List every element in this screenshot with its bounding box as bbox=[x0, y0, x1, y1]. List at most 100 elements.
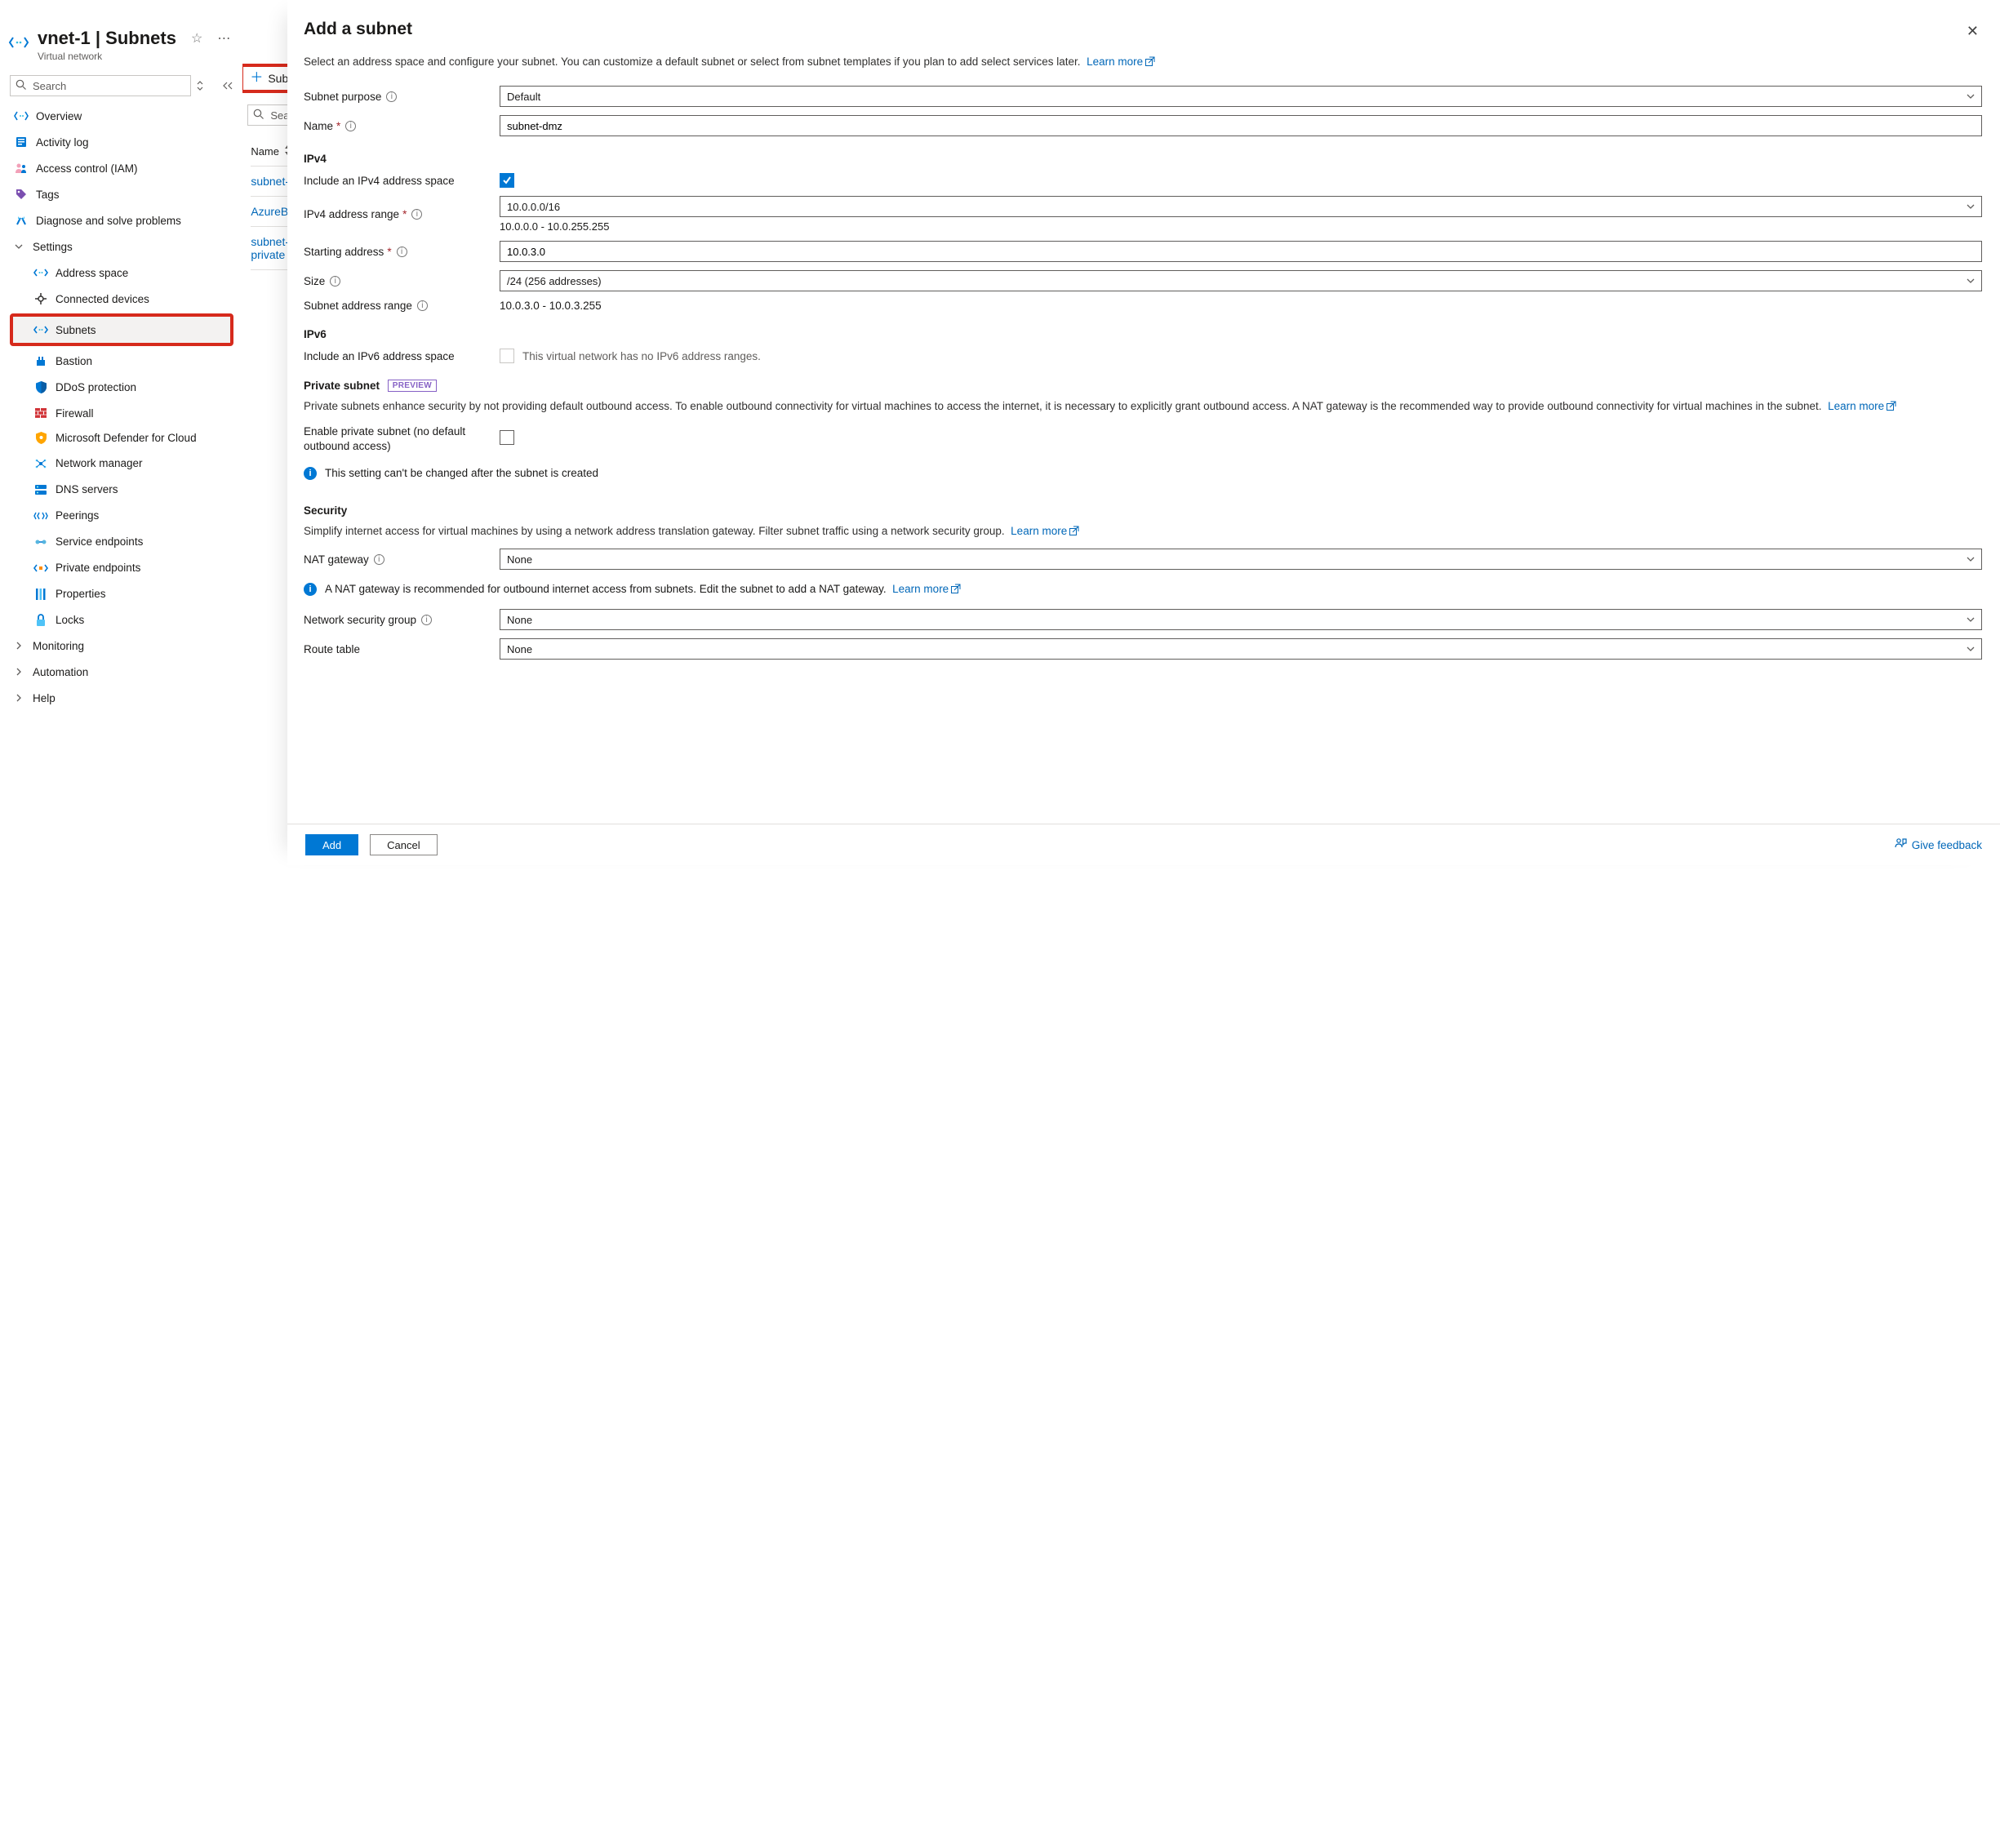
chevron-down-icon bbox=[1967, 201, 1975, 213]
nav-activity-log[interactable]: Activity log bbox=[10, 129, 233, 155]
info-icon[interactable]: i bbox=[386, 91, 397, 102]
nav-label: DDoS protection bbox=[56, 381, 136, 393]
chevron-down-icon bbox=[1967, 643, 1975, 655]
info-icon[interactable]: i bbox=[421, 615, 432, 625]
firewall-icon bbox=[34, 406, 47, 420]
add-subnet-panel: Add a subnet ✕ Select an address space a… bbox=[287, 0, 2000, 865]
properties-icon bbox=[34, 588, 47, 601]
label-ipv4-range: IPv4 address range* i bbox=[304, 208, 500, 220]
external-link-icon bbox=[1887, 399, 1896, 415]
select-subnet-purpose[interactable]: Default bbox=[500, 86, 1982, 107]
page-subtitle: Virtual network bbox=[38, 51, 233, 62]
nav-label: Address space bbox=[56, 267, 128, 279]
panel-title: Add a subnet bbox=[304, 20, 412, 39]
chevron-down-icon bbox=[1967, 553, 1975, 566]
label-route-table: Route table bbox=[304, 643, 500, 655]
label-subnet-addr-range: Subnet address range i bbox=[304, 300, 500, 312]
section-security: Security bbox=[304, 504, 1982, 517]
nav-network-manager[interactable]: Network manager bbox=[10, 451, 233, 477]
checkbox-include-ipv4[interactable] bbox=[500, 173, 514, 188]
nav-search-input[interactable] bbox=[31, 79, 185, 93]
nav-label: Peerings bbox=[56, 509, 99, 522]
learn-more-link[interactable]: Learn more bbox=[1828, 400, 1896, 412]
select-route-table[interactable]: None bbox=[500, 638, 1982, 660]
nav-label: Microsoft Defender for Cloud bbox=[56, 431, 197, 446]
nav-label: Automation bbox=[33, 666, 88, 678]
nav-defender[interactable]: Microsoft Defender for Cloud bbox=[10, 426, 233, 451]
nav-search[interactable] bbox=[10, 75, 191, 96]
select-size[interactable]: /24 (256 addresses) bbox=[500, 270, 1982, 291]
info-icon[interactable]: i bbox=[330, 276, 340, 287]
give-feedback-link[interactable]: Give feedback bbox=[1895, 837, 1982, 852]
activity-log-icon bbox=[15, 135, 28, 149]
learn-more-link[interactable]: Learn more bbox=[1087, 56, 1154, 68]
cancel-button[interactable]: Cancel bbox=[370, 834, 437, 855]
nav-locks[interactable]: Locks bbox=[10, 607, 233, 633]
nav-tags[interactable]: Tags bbox=[10, 181, 233, 207]
nav-settings-group[interactable]: Settings bbox=[10, 233, 233, 260]
nav-access-control[interactable]: Access control (IAM) bbox=[10, 155, 233, 181]
nav-properties[interactable]: Properties bbox=[10, 581, 233, 607]
nav-dns-servers[interactable]: DNS servers bbox=[10, 477, 233, 503]
subnet-link[interactable]: subnet-private bbox=[251, 235, 289, 261]
close-icon[interactable]: ✕ bbox=[1963, 20, 1982, 43]
network-manager-icon bbox=[34, 457, 47, 470]
nav-firewall[interactable]: Firewall bbox=[10, 400, 233, 426]
add-button[interactable]: Add bbox=[305, 834, 358, 855]
favorite-star-icon[interactable]: ☆ bbox=[191, 30, 202, 47]
nav-label: Access control (IAM) bbox=[36, 162, 138, 175]
info-icon[interactable]: i bbox=[374, 554, 384, 565]
checkbox-include-ipv6[interactable] bbox=[500, 349, 514, 363]
input-starting-address[interactable] bbox=[500, 241, 1982, 262]
nav-connected-devices[interactable]: Connected devices bbox=[10, 286, 233, 312]
select-nsg[interactable]: None bbox=[500, 609, 1982, 630]
private-note: i This setting can't be changed after th… bbox=[304, 467, 1982, 480]
nav-private-endpoints[interactable]: Private endpoints bbox=[10, 555, 233, 581]
nav-monitoring-group[interactable]: Monitoring bbox=[10, 633, 233, 660]
more-actions[interactable]: ⋯ bbox=[214, 30, 233, 47]
bastion-icon bbox=[34, 354, 47, 367]
chevron-right-icon bbox=[15, 640, 23, 652]
nav-label: Help bbox=[33, 692, 56, 704]
nav-label: Firewall bbox=[56, 407, 94, 420]
info-icon[interactable]: i bbox=[345, 121, 356, 131]
vnet-icon bbox=[10, 36, 28, 51]
nav-help-group[interactable]: Help bbox=[10, 686, 233, 712]
info-icon[interactable]: i bbox=[417, 300, 428, 311]
nav-subnets[interactable]: Subnets bbox=[13, 317, 230, 343]
tags-icon bbox=[15, 188, 28, 201]
nav-bastion[interactable]: Bastion bbox=[10, 348, 233, 374]
nav-label: Properties bbox=[56, 588, 106, 600]
info-icon[interactable]: i bbox=[411, 209, 422, 220]
chevron-down-icon bbox=[1967, 614, 1975, 626]
learn-more-link[interactable]: Learn more bbox=[1011, 525, 1078, 537]
info-filled-icon: i bbox=[304, 583, 317, 596]
collapse-nav-icon[interactable] bbox=[222, 81, 233, 91]
chevron-right-icon bbox=[15, 666, 23, 678]
expand-collapse-icon[interactable] bbox=[196, 80, 204, 91]
nav-ddos[interactable]: DDoS protection bbox=[10, 374, 233, 400]
learn-more-link[interactable]: Learn more bbox=[892, 583, 960, 595]
shield-icon bbox=[34, 380, 47, 393]
nav-automation-group[interactable]: Automation bbox=[10, 660, 233, 686]
nav-overview[interactable]: Overview bbox=[10, 103, 233, 129]
checkbox-enable-private[interactable] bbox=[500, 430, 514, 445]
nav-label: Activity log bbox=[36, 136, 89, 149]
diagnose-icon bbox=[15, 214, 28, 227]
nav-peerings[interactable]: Peerings bbox=[10, 503, 233, 529]
nav-label: Locks bbox=[56, 614, 84, 626]
nav-diagnose[interactable]: Diagnose and solve problems bbox=[10, 207, 233, 233]
nat-note: i A NAT gateway is recommended for outbo… bbox=[304, 583, 1982, 596]
select-ipv4-range[interactable]: 10.0.0.0/16 bbox=[500, 196, 1982, 217]
vnet-small-icon bbox=[15, 109, 28, 122]
select-nat-gateway[interactable]: None bbox=[500, 549, 1982, 570]
nav-service-endpoints[interactable]: Service endpoints bbox=[10, 529, 233, 555]
connected-devices-icon bbox=[34, 292, 47, 305]
ipv6-hint: This virtual network has no IPv6 address… bbox=[522, 350, 761, 362]
highlight-subnets: Subnets bbox=[10, 313, 233, 346]
nav-address-space[interactable]: Address space bbox=[10, 260, 233, 286]
external-link-icon bbox=[1145, 55, 1154, 71]
info-icon[interactable]: i bbox=[397, 247, 407, 257]
input-name[interactable] bbox=[500, 115, 1982, 136]
label-include-ipv6: Include an IPv6 address space bbox=[304, 350, 500, 362]
